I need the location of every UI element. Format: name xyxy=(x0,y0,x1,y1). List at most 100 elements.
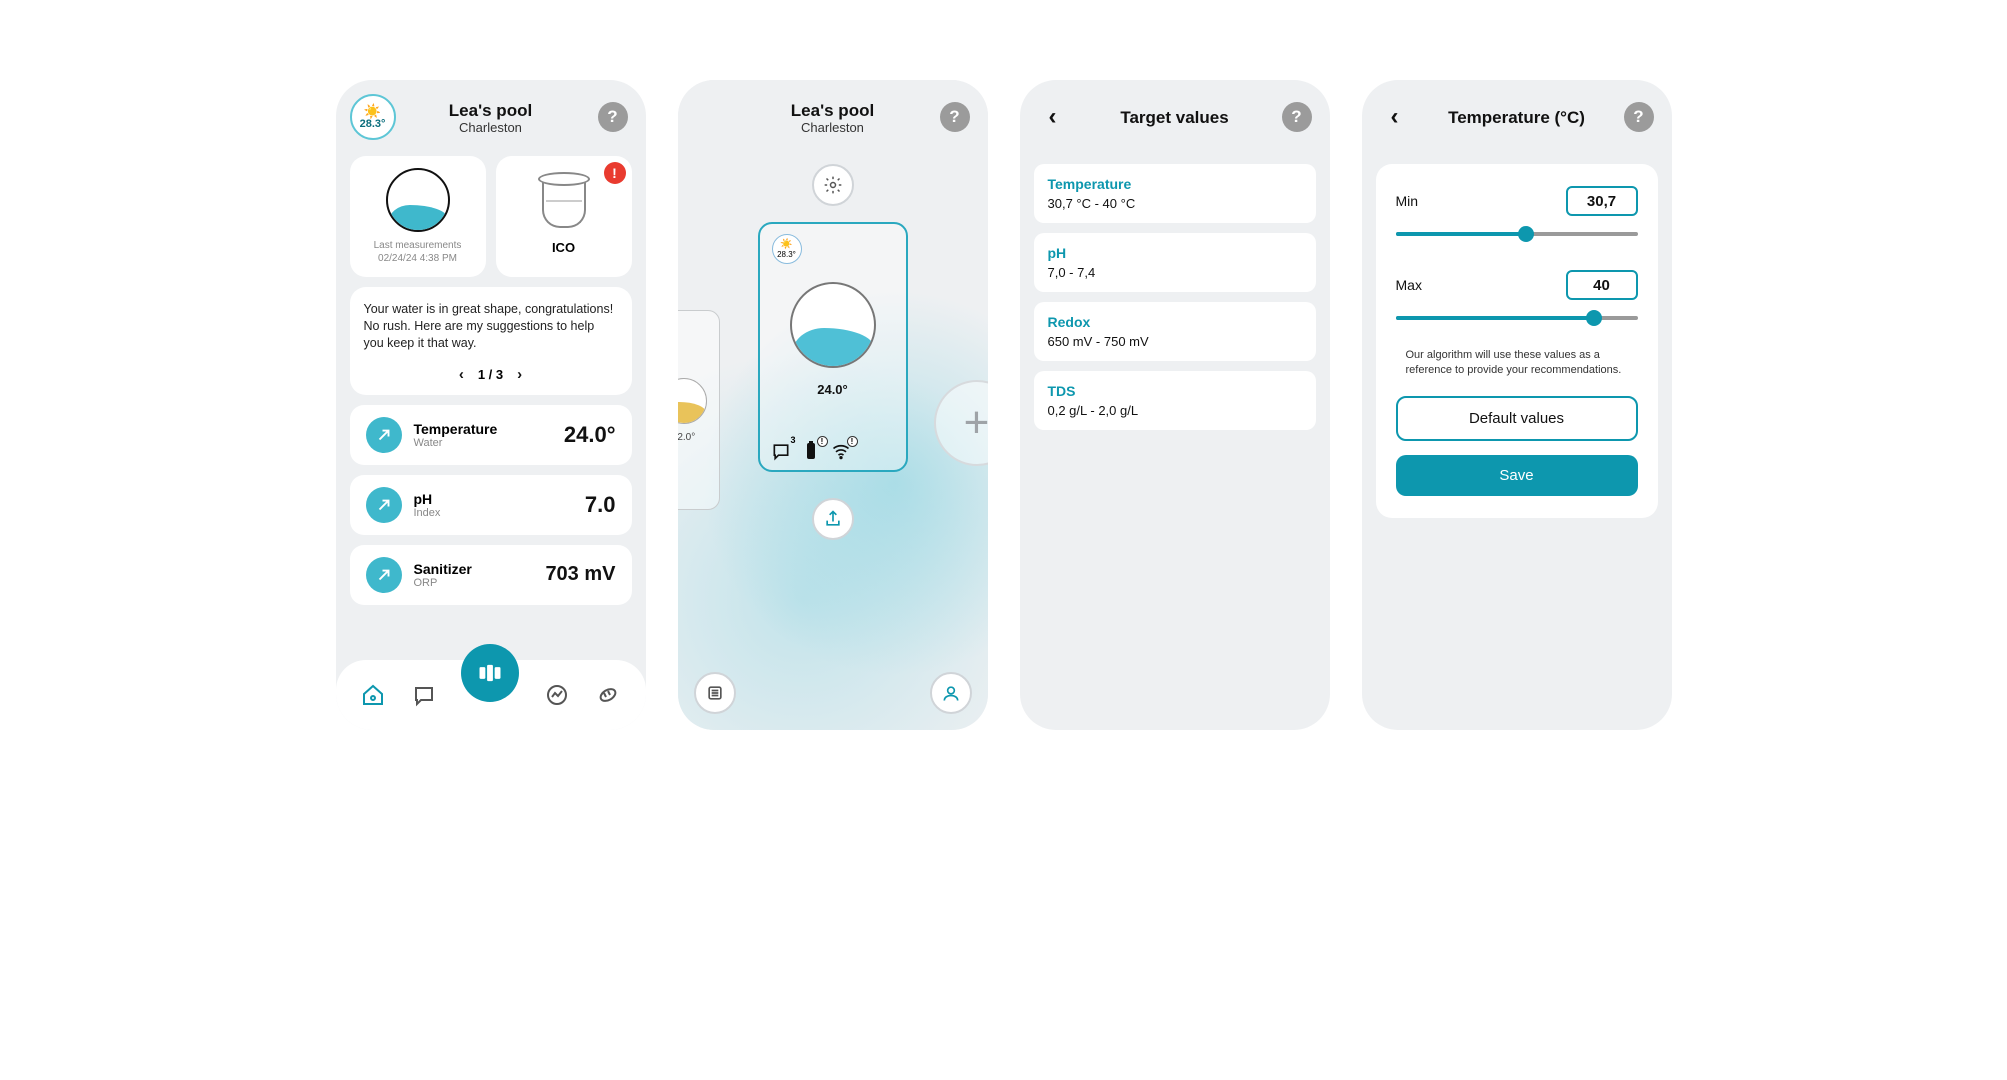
max-slider[interactable] xyxy=(1396,308,1638,328)
weather-badge-mini: ☀️ 28.3° xyxy=(772,234,802,264)
metric-sub: Index xyxy=(414,507,585,519)
user-icon xyxy=(941,683,961,703)
screen-target-values: ‹ Target values ? Temperature 30,7 °C - … xyxy=(1020,80,1330,730)
min-input[interactable] xyxy=(1566,186,1638,216)
help-button[interactable]: ? xyxy=(940,102,970,132)
settings-card: Min Max Our algorithm will use these val… xyxy=(1376,164,1658,518)
min-slider[interactable] xyxy=(1396,224,1638,244)
secondary-temp: 22.0° xyxy=(678,432,696,443)
help-button[interactable]: ? xyxy=(598,102,628,132)
pool-icon xyxy=(790,282,876,368)
measurements-tile[interactable]: Last measurements 02/24/24 4:38 PM xyxy=(350,156,486,277)
nav-trends-icon[interactable] xyxy=(544,682,570,708)
wifi-icon: ! xyxy=(830,440,852,462)
target-range: 0,2 g/L - 2,0 g/L xyxy=(1048,403,1302,418)
primary-temp: 24.0° xyxy=(817,382,848,397)
header: ☀️ 28.3° Lea's pool Charleston ? xyxy=(350,94,632,142)
target-item-redox[interactable]: Redox 650 mV - 750 mV xyxy=(1034,302,1316,361)
gear-icon xyxy=(823,175,843,195)
target-item-tds[interactable]: TDS 0,2 g/L - 2,0 g/L xyxy=(1034,371,1316,430)
trend-up-icon xyxy=(366,557,402,593)
ico-device-icon xyxy=(542,178,586,228)
metric-sub: ORP xyxy=(414,577,546,589)
page-title: Lea's pool xyxy=(449,101,532,121)
messages-icon[interactable]: 3 xyxy=(770,440,792,462)
advice-text: Your water is in great shape, congratula… xyxy=(364,301,618,352)
metric-name: pH xyxy=(414,491,585,507)
metric-value: 703 mV xyxy=(545,563,615,586)
nav-chat-icon[interactable] xyxy=(411,682,437,708)
target-item-temperature[interactable]: Temperature 30,7 °C - 40 °C xyxy=(1034,164,1316,223)
pager-count: 1 / 3 xyxy=(478,367,503,382)
max-input[interactable] xyxy=(1566,270,1638,300)
advice-card: Your water is in great shape, congratula… xyxy=(350,287,632,395)
metric-value: 7.0 xyxy=(585,492,616,518)
page-title: Target values xyxy=(1120,108,1228,128)
trend-up-icon xyxy=(366,417,402,453)
metric-name: Sanitizer xyxy=(414,561,546,577)
add-pool-button[interactable]: + xyxy=(934,380,988,466)
header: Lea's pool Charleston ? xyxy=(692,94,974,142)
pool-card-secondary[interactable]: 28.2 22.0° xyxy=(678,310,720,510)
max-label: Max xyxy=(1396,277,1422,293)
pool-card-primary[interactable]: ☀️ 28.3° 24.0° 3 ! ! xyxy=(758,222,908,472)
target-range: 7,0 - 7,4 xyxy=(1048,265,1302,280)
pool-icon xyxy=(386,168,450,232)
profile-button[interactable] xyxy=(930,672,972,714)
ico-label: ICO xyxy=(552,240,575,255)
nav-fab-pools[interactable] xyxy=(461,644,519,702)
list-icon xyxy=(705,683,725,703)
target-name: TDS xyxy=(1048,383,1302,399)
save-button[interactable]: Save xyxy=(1396,455,1638,496)
target-name: Redox xyxy=(1048,314,1302,330)
page-title: Lea's pool xyxy=(791,101,874,121)
trend-up-icon xyxy=(366,487,402,523)
header: ‹ Temperature (°C) ? xyxy=(1376,94,1658,142)
pager-prev[interactable]: ‹ xyxy=(455,362,468,387)
header: ‹ Target values ? xyxy=(1034,94,1316,142)
share-icon xyxy=(823,509,843,529)
page-subtitle: Charleston xyxy=(791,120,874,135)
help-button[interactable]: ? xyxy=(1624,102,1654,132)
pager: ‹ 1 / 3 › xyxy=(364,362,618,387)
helper-text: Our algorithm will use these values as a… xyxy=(1396,348,1638,378)
metric-temperature[interactable]: Temperature Water 24.0° xyxy=(350,405,632,465)
back-button[interactable]: ‹ xyxy=(1380,102,1410,132)
page-subtitle: Charleston xyxy=(449,120,532,135)
list-button[interactable] xyxy=(694,672,736,714)
page-title: Temperature (°C) xyxy=(1448,108,1585,128)
weather-temperature: 28.3° xyxy=(360,118,386,130)
alert-badge: ! xyxy=(604,162,626,184)
target-name: Temperature xyxy=(1048,176,1302,192)
settings-button[interactable] xyxy=(812,164,854,206)
help-button[interactable]: ? xyxy=(1282,102,1312,132)
target-name: pH xyxy=(1048,245,1302,261)
measurements-caption: Last measurements 02/24/24 4:38 PM xyxy=(374,240,462,265)
default-values-button[interactable]: Default values xyxy=(1396,396,1638,441)
bottom-nav xyxy=(336,660,646,730)
measurements-label: Last measurements xyxy=(374,240,462,253)
nav-home-icon[interactable] xyxy=(360,682,386,708)
pager-next[interactable]: › xyxy=(513,362,526,387)
weather-badge[interactable]: ☀️ 28.3° xyxy=(350,94,396,140)
target-range: 650 mV - 750 mV xyxy=(1048,334,1302,349)
target-item-ph[interactable]: pH 7,0 - 7,4 xyxy=(1034,233,1316,292)
back-button[interactable]: ‹ xyxy=(1038,102,1068,132)
screen-pools-overview: Lea's pool Charleston ? 28.2 22.0° ☀️ 28… xyxy=(678,80,988,730)
screen-dashboard: ☀️ 28.3° Lea's pool Charleston ? Last me… xyxy=(336,80,646,730)
ico-tile[interactable]: ! ICO xyxy=(496,156,632,277)
sun-icon: ☀️ xyxy=(364,104,381,118)
nav-test-icon[interactable] xyxy=(595,682,621,708)
metric-ph[interactable]: pH Index 7.0 xyxy=(350,475,632,535)
metric-sub: Water xyxy=(414,437,564,449)
metric-sanitizer[interactable]: Sanitizer ORP 703 mV xyxy=(350,545,632,605)
min-label: Min xyxy=(1396,193,1419,209)
status-icons: 3 ! ! xyxy=(770,440,852,462)
sun-icon: ☀️ xyxy=(780,239,792,250)
pool-icon-secondary xyxy=(678,378,707,424)
screen-temperature-settings: ‹ Temperature (°C) ? Min Max xyxy=(1362,80,1672,730)
metric-value: 24.0° xyxy=(564,422,616,448)
metric-name: Temperature xyxy=(414,421,564,437)
share-button[interactable] xyxy=(812,498,854,540)
target-range: 30,7 °C - 40 °C xyxy=(1048,196,1302,211)
